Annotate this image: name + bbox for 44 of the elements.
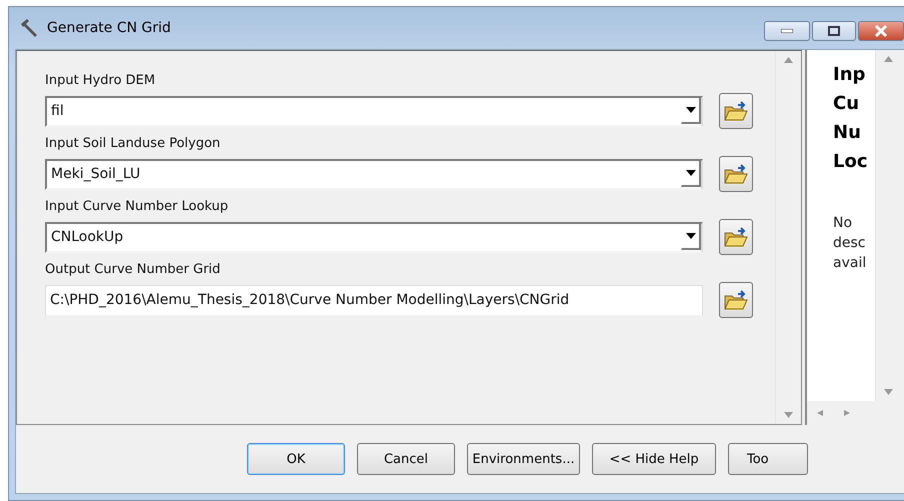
minimize-icon	[781, 29, 793, 33]
maximize-button[interactable]	[812, 21, 856, 41]
field-label: Input Curve Number Lookup	[45, 199, 230, 214]
field-label: Output Curve Number Grid	[45, 262, 222, 277]
scroll-up-icon[interactable]	[784, 57, 793, 63]
help-title: Nu	[833, 121, 862, 145]
scroll-down-icon[interactable]	[784, 412, 793, 418]
dialog-button[interactable]: Too	[728, 443, 808, 475]
folder-icon	[724, 289, 748, 311]
window-title: Generate CN Grid	[47, 20, 172, 36]
help-description: desc	[833, 234, 866, 253]
input-field[interactable]: C:\PHD_2016\Alemu_Thesis_2018\Curve Number Modelling\Layers\CNGrid	[45, 284, 703, 316]
help-title: Loc	[833, 150, 869, 174]
browse-button[interactable]	[719, 282, 753, 318]
browse-button[interactable]	[719, 156, 753, 192]
browse-button[interactable]	[719, 93, 753, 129]
dropdown-arrow-icon[interactable]	[686, 233, 696, 239]
field-label: Input Hydro DEM	[45, 73, 156, 88]
close-button[interactable]	[858, 21, 904, 41]
dropdown-field[interactable]: fil	[45, 96, 703, 126]
dropdown-arrow-icon[interactable]	[686, 107, 696, 113]
dialog-button[interactable]: << Hide Help	[592, 443, 716, 475]
browse-button[interactable]	[719, 219, 753, 255]
field-label: Input Soil Landuse Polygon	[45, 136, 222, 151]
scroll-down-icon[interactable]	[884, 389, 893, 395]
dropdown-arrow-icon[interactable]	[686, 170, 696, 176]
folder-icon	[724, 226, 748, 248]
minimize-button[interactable]	[764, 21, 810, 41]
scroll-up-icon[interactable]	[884, 56, 893, 62]
help-title: Inp	[833, 63, 866, 87]
dialog-button[interactable]: Environments...	[467, 443, 580, 475]
help-description: No	[833, 214, 854, 233]
folder-icon	[724, 163, 748, 185]
dialog-button[interactable]: OK	[247, 443, 345, 475]
dialog-button[interactable]: Cancel	[357, 443, 455, 475]
folder-icon	[724, 100, 748, 122]
maximize-icon	[828, 26, 840, 36]
scroll-left-icon[interactable]	[817, 410, 826, 416]
dropdown-field[interactable]: Meki_Soil_LU	[45, 158, 703, 190]
close-icon	[874, 25, 888, 37]
help-description: avail	[833, 254, 868, 273]
hammer-icon	[19, 18, 39, 38]
help-title: Cu	[833, 92, 860, 116]
dropdown-field[interactable]: CNLookUp	[45, 222, 703, 252]
